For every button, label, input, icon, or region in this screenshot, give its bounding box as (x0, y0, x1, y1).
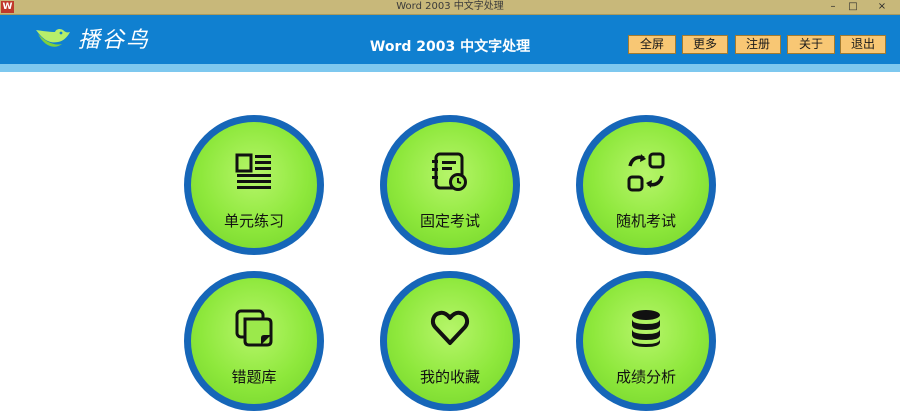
my-favorites-tile[interactable]: 我的收藏 (380, 271, 520, 411)
about-button[interactable]: 关于 (787, 35, 835, 54)
tile-label: 随机考试 (615, 212, 676, 230)
fixed-exam-tile[interactable]: 固定考试 (380, 115, 520, 255)
tile-label: 我的收藏 (419, 368, 480, 386)
minimize-button[interactable]: – (824, 0, 842, 14)
stacked-pages-icon (235, 309, 273, 347)
unit-practice-tile[interactable]: 单元练习 (184, 115, 324, 255)
heart-icon (430, 310, 470, 345)
tile-label: 固定考试 (419, 212, 480, 230)
tile-label: 单元练习 (223, 212, 284, 230)
fullscreen-button[interactable]: 全屏 (628, 35, 676, 54)
maximize-button[interactable]: □ (844, 0, 862, 14)
database-icon (632, 310, 660, 347)
header-divider (0, 64, 900, 72)
tile-label: 错题库 (231, 368, 277, 386)
logo-text: 播谷鸟 (78, 28, 151, 53)
error-bank-tile[interactable]: 错题库 (184, 271, 324, 411)
window-title: Word 2003 中文字处理 (396, 1, 504, 12)
shuffle-icon (627, 152, 665, 192)
bird-logo-icon (36, 28, 70, 47)
more-button[interactable]: 更多 (682, 35, 728, 54)
app-title: Word 2003 中文字处理 (369, 39, 531, 55)
score-analysis-tile[interactable]: 成绩分析 (576, 271, 716, 411)
exit-button[interactable]: 退出 (840, 35, 886, 54)
register-button[interactable]: 注册 (735, 35, 781, 54)
document-icon (235, 153, 271, 189)
close-button[interactable]: × (864, 0, 900, 14)
window-titlebar: W Word 2003 中文字处理 – □ × (0, 0, 900, 15)
tile-label: 成绩分析 (615, 368, 676, 386)
notebook-clock-icon (432, 152, 467, 191)
random-exam-tile[interactable]: 随机考试 (576, 115, 716, 255)
